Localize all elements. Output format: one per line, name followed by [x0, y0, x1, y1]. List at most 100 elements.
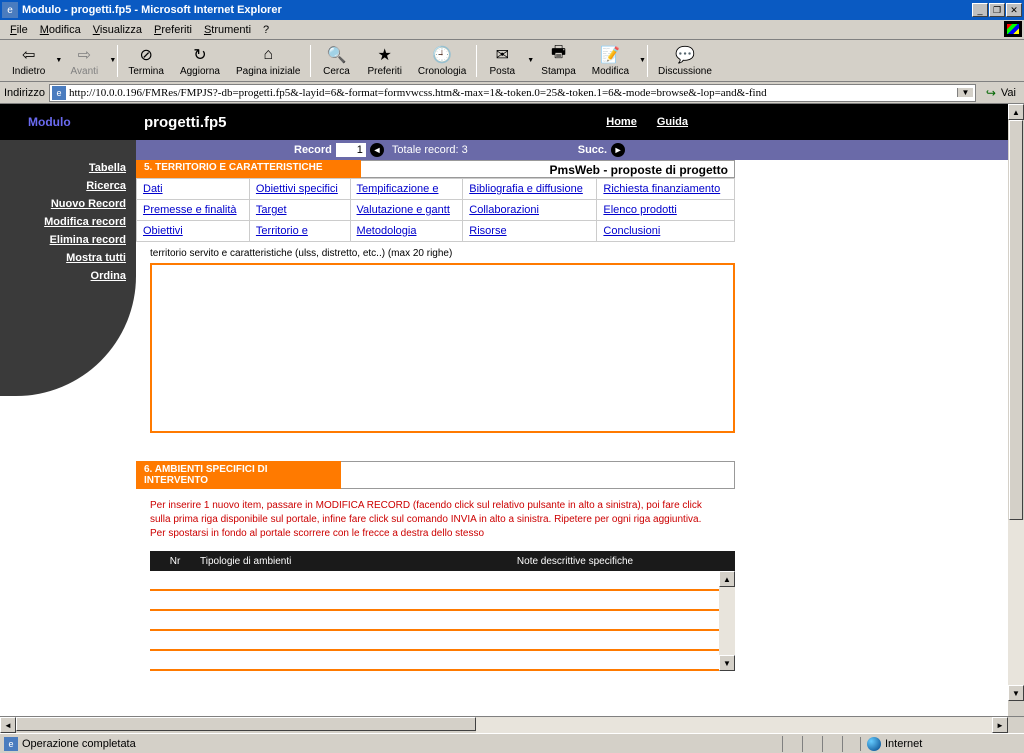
- history-icon: 🕘: [432, 45, 452, 65]
- refresh-button[interactable]: ↻ Aggiorna: [172, 42, 228, 80]
- table-row[interactable]: [150, 591, 719, 611]
- link-target[interactable]: Target: [256, 204, 287, 216]
- forward-button: ⇨ Avanti: [61, 42, 107, 80]
- link-elenco-prodotti[interactable]: Elenco prodotti: [603, 204, 676, 216]
- link-home[interactable]: Home: [606, 116, 637, 128]
- mail-icon: ✉: [492, 45, 512, 65]
- close-button[interactable]: ✕: [1006, 3, 1022, 17]
- back-arrow-icon: ⇦: [19, 45, 39, 65]
- toolbar: ⇦ Indietro ▼ ⇨ Avanti ▼ ⊘ Termina ↻ Aggi…: [0, 40, 1024, 82]
- page-title: progetti.fp5: [136, 114, 606, 131]
- menu-file[interactable]: File: [4, 22, 34, 38]
- favorites-button[interactable]: ★ Preferiti: [359, 42, 409, 80]
- link-obiettivi-specifici[interactable]: Obiettivi specifici: [256, 183, 338, 195]
- table-header-note: Note descrittive specifiche: [415, 556, 735, 567]
- addressbar-label: Indirizzo: [4, 87, 45, 99]
- menu-help[interactable]: ?: [257, 22, 275, 38]
- link-valutazione[interactable]: Valutazione e gantt: [357, 204, 450, 216]
- link-dati[interactable]: Dati: [143, 183, 163, 195]
- menu-modifica[interactable]: Modifica: [34, 22, 87, 38]
- menu-visualizza[interactable]: Visualizza: [87, 22, 148, 38]
- link-richiesta-finanziamento[interactable]: Richiesta finanziamento: [603, 183, 720, 195]
- search-button[interactable]: 🔍 Cerca: [313, 42, 359, 80]
- menu-preferiti[interactable]: Preferiti: [148, 22, 198, 38]
- record-prev-icon[interactable]: ◄: [370, 143, 384, 157]
- link-guide[interactable]: Guida: [657, 116, 688, 128]
- sidebar-item-mostra-tutti[interactable]: Mostra tutti: [0, 252, 126, 264]
- link-premesse[interactable]: Premesse e finalità: [143, 204, 237, 216]
- sidebar-item-tabella[interactable]: Tabella: [0, 162, 126, 174]
- record-number-input[interactable]: [336, 143, 366, 157]
- navigation-link-table: Dati Obiettivi specifici Tempificazione …: [136, 178, 735, 242]
- addressbar-field-wrap[interactable]: e ▼: [49, 84, 976, 102]
- addressbar-dropdown-icon[interactable]: ▼: [957, 88, 973, 97]
- toolbar-separator: [310, 45, 311, 77]
- sidebar-item-ricerca[interactable]: Ricerca: [0, 180, 126, 192]
- table-row[interactable]: [150, 571, 719, 591]
- table-row[interactable]: [150, 631, 719, 651]
- edit-dropdown-icon[interactable]: ▼: [639, 57, 645, 64]
- print-button[interactable]: 🖶 Stampa: [533, 42, 583, 80]
- toolbar-separator: [476, 45, 477, 77]
- sidebar: Tabella Ricerca Nuovo Record Modifica re…: [0, 140, 136, 716]
- window-titlebar: e Modulo - progetti.fp5 - Microsoft Inte…: [0, 0, 1024, 20]
- horizontal-scrollbar[interactable]: ◄ ►: [0, 717, 1024, 733]
- minimize-button[interactable]: _: [972, 3, 988, 17]
- record-next-label: Succ.: [578, 144, 607, 156]
- link-bibliografia[interactable]: Bibliografia e diffusione: [469, 183, 583, 195]
- home-button[interactable]: ⌂ Pagina iniziale: [228, 42, 309, 80]
- link-tempificazione[interactable]: Tempificazione e: [357, 183, 439, 195]
- edit-button[interactable]: 📝 Modifica: [584, 42, 637, 80]
- record-label: Record: [294, 144, 332, 156]
- table-row[interactable]: [150, 651, 719, 671]
- record-next-icon[interactable]: ►: [611, 143, 625, 157]
- go-icon: ↪: [984, 86, 998, 100]
- table-row[interactable]: [150, 611, 719, 631]
- discuss-button[interactable]: 💬 Discussione: [650, 42, 720, 80]
- environments-table: Nr Tipologie di ambienti Note descrittiv…: [150, 551, 735, 671]
- record-navigation-bar: Record ◄ Totale record: 3 Succ. ►: [136, 140, 1008, 160]
- go-button[interactable]: ↪ Vai: [980, 86, 1020, 100]
- table-scrollbar[interactable]: ▲ ▼: [719, 571, 735, 671]
- history-button[interactable]: 🕘 Cronologia: [410, 42, 474, 80]
- stop-button[interactable]: ⊘ Termina: [120, 42, 172, 80]
- vertical-scrollbar[interactable]: ▲ ▼: [1008, 104, 1024, 716]
- mail-button[interactable]: ✉ Posta: [479, 42, 525, 80]
- content-area: Modulo progetti.fp5 Home Guida Tabella R…: [0, 104, 1024, 717]
- scroll-left-icon[interactable]: ◄: [0, 717, 16, 733]
- forward-dropdown-icon[interactable]: ▼: [109, 57, 115, 64]
- section6-title: 6. AMBIENTI SPECIFICI DI INTERVENTO: [136, 461, 341, 489]
- territory-description-box[interactable]: [150, 263, 735, 433]
- scroll-down-icon[interactable]: ▼: [719, 655, 735, 671]
- sidebar-item-ordina[interactable]: Ordina: [0, 270, 126, 282]
- page-modulo-label: Modulo: [0, 115, 136, 129]
- stop-icon: ⊘: [136, 45, 156, 65]
- section5-title: 5. TERRITORIO E CARATTERISTICHE: [136, 160, 361, 178]
- territory-description-label: territorio servito e caratteristiche (ul…: [136, 242, 1008, 263]
- page-header: Modulo progetti.fp5 Home Guida: [0, 104, 1008, 140]
- table-header-nr: Nr: [150, 556, 200, 567]
- toolbar-separator: [647, 45, 648, 77]
- restore-button[interactable]: ❐: [989, 3, 1005, 17]
- link-conclusioni[interactable]: Conclusioni: [603, 225, 660, 237]
- menu-strumenti[interactable]: Strumenti: [198, 22, 257, 38]
- window-title: Modulo - progetti.fp5 - Microsoft Intern…: [22, 4, 972, 16]
- scroll-right-icon[interactable]: ►: [992, 717, 1008, 733]
- link-collaborazioni[interactable]: Collaborazioni: [469, 204, 539, 216]
- section5-header: 5. TERRITORIO E CARATTERISTICHE PmsWeb -…: [136, 160, 1008, 178]
- scroll-down-icon[interactable]: ▼: [1008, 685, 1024, 701]
- sidebar-item-elimina-record[interactable]: Elimina record: [0, 234, 126, 246]
- sidebar-item-modifica-record[interactable]: Modifica record: [0, 216, 126, 228]
- link-risorse[interactable]: Risorse: [469, 225, 506, 237]
- link-metodologia[interactable]: Metodologia: [357, 225, 417, 237]
- addressbar: Indirizzo e ▼ ↪ Vai: [0, 82, 1024, 104]
- scroll-up-icon[interactable]: ▲: [1008, 104, 1024, 120]
- section5-breadcrumb: PmsWeb - proposte di progetto: [361, 160, 735, 178]
- scroll-up-icon[interactable]: ▲: [719, 571, 735, 587]
- sidebar-item-nuovo-record[interactable]: Nuovo Record: [0, 198, 126, 210]
- link-territorio[interactable]: Territorio e: [256, 225, 308, 237]
- addressbar-input[interactable]: [69, 87, 957, 99]
- link-obiettivi[interactable]: Obiettivi: [143, 225, 183, 237]
- back-button[interactable]: ⇦ Indietro: [4, 42, 53, 80]
- search-icon: 🔍: [326, 45, 346, 65]
